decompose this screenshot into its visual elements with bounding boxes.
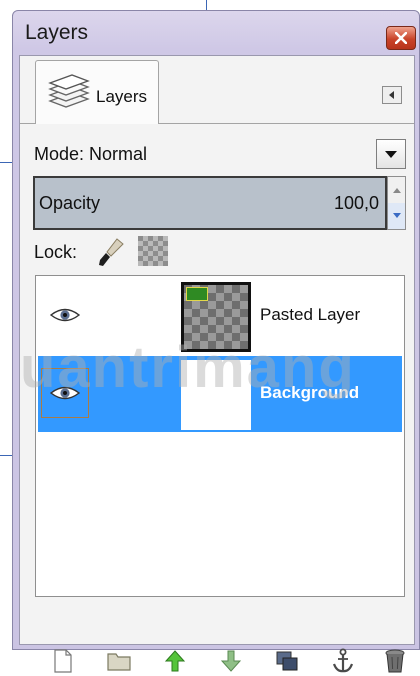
layers-stack-icon [46, 71, 90, 120]
lock-label: Lock: [34, 242, 78, 262]
layer-row-background[interactable]: Background [38, 356, 402, 432]
layers-toolbar [48, 646, 408, 676]
eye-icon [50, 386, 80, 400]
chevron-down-icon [392, 213, 401, 218]
open-folder-icon [107, 653, 131, 671]
eye-icon [50, 308, 80, 322]
layers-dialog: Layers Layers Mode: Normal Opacity 100,0… [12, 10, 420, 673]
paintbrush-icon[interactable] [97, 236, 127, 273]
raise-layer-button[interactable] [160, 646, 190, 676]
window-title: Layers [25, 21, 89, 44]
layer-thumbnail [181, 360, 251, 430]
new-layer-icon [54, 649, 72, 673]
tab-layers[interactable]: Layers [35, 60, 159, 124]
mode-value[interactable]: Normal [89, 144, 147, 164]
opacity-spinner[interactable] [387, 176, 406, 230]
duplicate-layer-button[interactable] [272, 646, 302, 676]
spin-down-button[interactable] [388, 203, 405, 229]
close-button[interactable] [386, 26, 416, 50]
mode-dropdown-button[interactable] [376, 139, 406, 169]
lower-layer-button[interactable] [216, 646, 246, 676]
dock-panel: Layers Mode: Normal Opacity 100,0 Lock: … [19, 55, 415, 673]
mode-label: Mode: [34, 144, 85, 164]
anchor-layer-icon [332, 648, 354, 673]
layer-row-pasted[interactable]: Pasted Layer [38, 278, 402, 354]
layer-thumbnail [181, 282, 251, 352]
alpha-checker-icon[interactable] [138, 236, 168, 266]
chevron-up-icon [392, 188, 401, 193]
close-icon [395, 32, 407, 44]
panel-menu-button[interactable] [382, 86, 402, 104]
mode-row: Mode: Normal [34, 144, 147, 165]
chevron-down-icon [385, 151, 397, 158]
tab-label: Layers [96, 87, 148, 106]
opacity-slider[interactable]: Opacity 100,0 [33, 176, 387, 230]
opacity-value: 100,0 [333, 193, 379, 213]
lower-layer-icon [220, 650, 242, 672]
spin-up-button[interactable] [388, 177, 405, 204]
opacity-label: Opacity [39, 193, 101, 213]
open-layer-button[interactable] [104, 646, 134, 676]
layer-name: Pasted Layer [260, 305, 361, 324]
layer-name: Background [260, 383, 360, 402]
raise-layer-icon [164, 650, 186, 672]
triangle-left-icon [389, 91, 394, 99]
visibility-toggle[interactable] [41, 368, 89, 418]
duplicate-layer-icon [276, 651, 298, 671]
delete-layer-button[interactable] [380, 646, 410, 676]
layers-list: Pasted Layer Background [35, 275, 405, 597]
new-layer-button[interactable] [48, 646, 78, 676]
anchor-layer-button[interactable] [328, 646, 358, 676]
visibility-toggle[interactable] [41, 290, 89, 340]
delete-layer-icon [385, 649, 405, 673]
